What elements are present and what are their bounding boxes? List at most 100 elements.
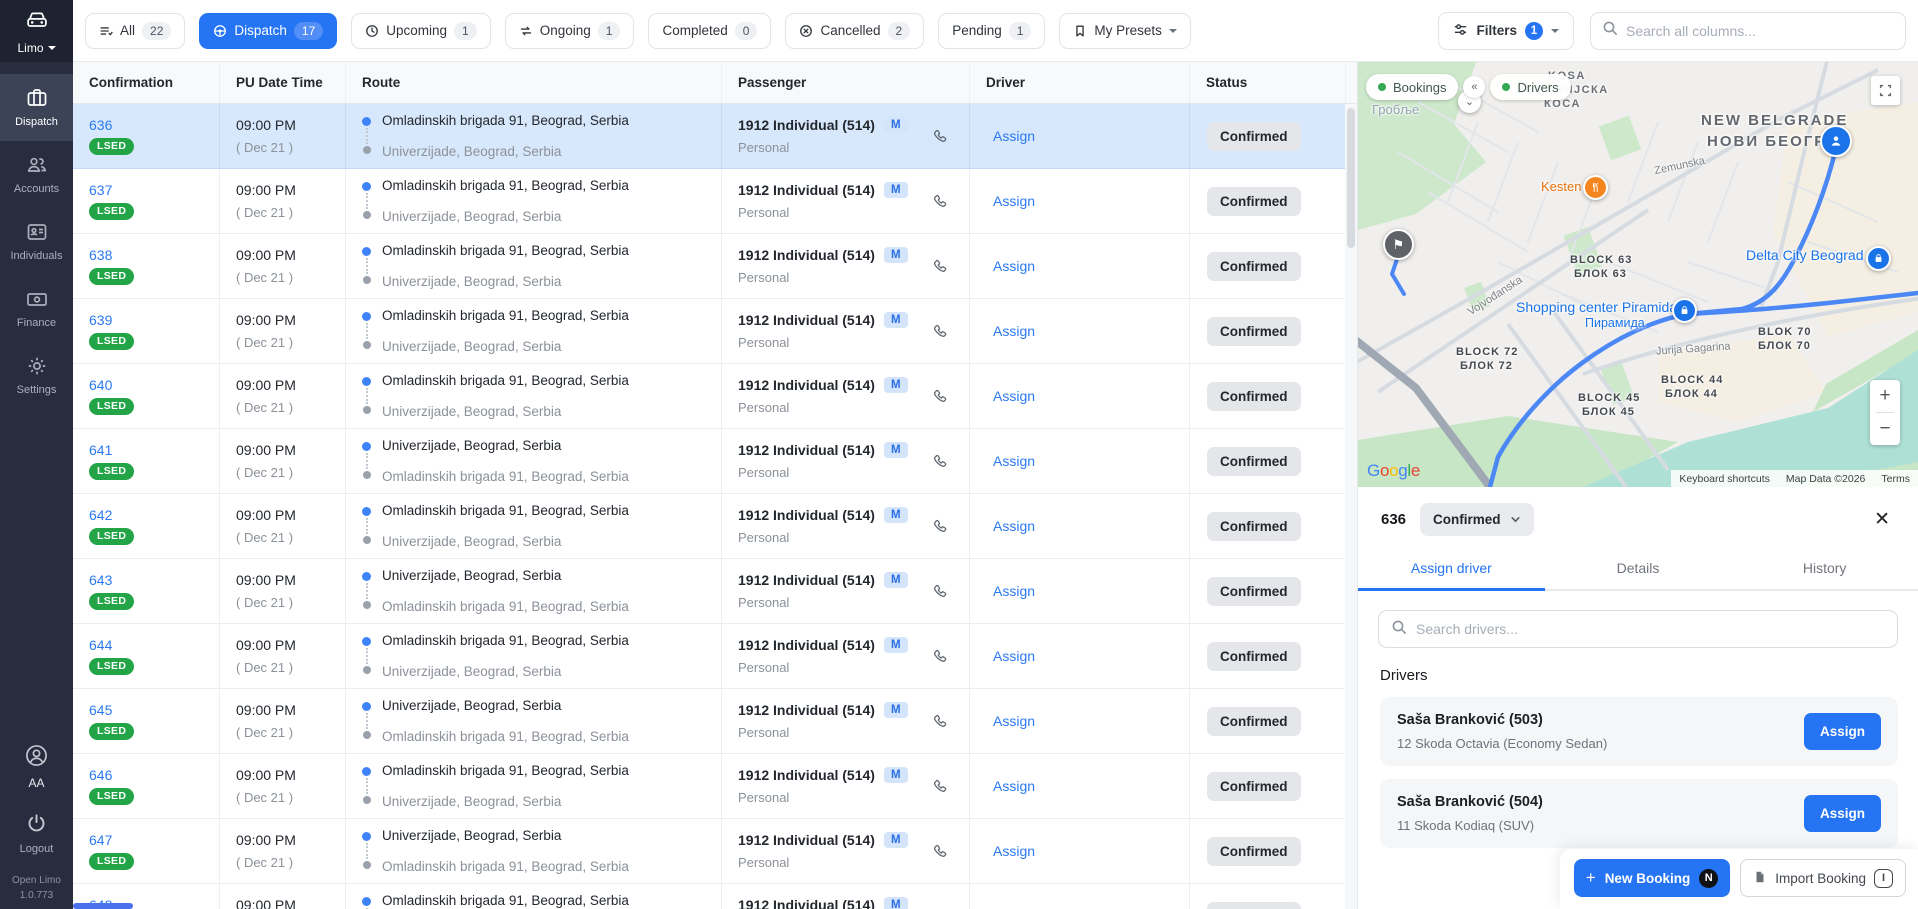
table-row-644[interactable]: 644 LSED 09:00 PM ( Dec 21 ) <box>73 624 1357 689</box>
shopping-mall-marker[interactable] <box>1672 298 1697 323</box>
table-row-639[interactable]: 639 LSED 09:00 PM ( Dec 21 ) <box>73 299 1357 364</box>
phone-icon[interactable] <box>928 384 953 409</box>
import-booking-button[interactable]: Import Booking I <box>1740 859 1906 897</box>
assign-driver-link[interactable]: Assign <box>993 193 1035 209</box>
assign-driver-link[interactable]: Assign <box>993 388 1035 404</box>
phone-icon[interactable] <box>928 839 953 864</box>
driver-search-input[interactable] <box>1416 621 1885 637</box>
tab-my-presets[interactable]: My Presets <box>1059 13 1191 49</box>
vertical-scrollbar-thumb[interactable] <box>1347 108 1355 248</box>
table-row-647[interactable]: 647 LSED 09:00 PM ( Dec 21 ) <box>73 819 1357 884</box>
assign-driver-link[interactable]: Assign <box>993 583 1035 599</box>
confirmation-link[interactable]: 644 <box>89 637 112 653</box>
map-attribution-item[interactable]: Keyboard shortcuts <box>1671 473 1777 485</box>
sidebar-item-dispatch[interactable]: Dispatch <box>0 74 73 141</box>
table-row-646[interactable]: 646 LSED 09:00 PM ( Dec 21 ) <box>73 754 1357 819</box>
shopping-mall-marker[interactable] <box>1866 246 1891 271</box>
collapse-chips-button[interactable]: « <box>1463 76 1485 98</box>
confirmation-link[interactable]: 645 <box>89 702 112 718</box>
phone-icon[interactable] <box>928 579 953 604</box>
table-row-642[interactable]: 642 LSED 09:00 PM ( Dec 21 ) <box>73 494 1357 559</box>
panel-tab-assign-driver[interactable]: Assign driver <box>1358 548 1545 589</box>
assign-driver-link[interactable]: Assign <box>993 713 1035 729</box>
confirmation-link[interactable]: 647 <box>89 832 112 848</box>
vertical-scrollbar[interactable] <box>1345 104 1357 909</box>
assign-driver-button[interactable]: Assign <box>1804 795 1881 832</box>
phone-icon[interactable] <box>928 514 953 539</box>
search-input[interactable] <box>1626 23 1894 39</box>
map-fullscreen-button[interactable] <box>1871 76 1900 105</box>
tab-cancelled[interactable]: Cancelled 2 <box>785 13 924 49</box>
map-attribution-item[interactable]: Terms <box>1873 473 1918 485</box>
logout-button[interactable]: Logout <box>20 798 54 865</box>
table-row-648[interactable]: 648 LSED 09:00 PM ( Dec 21 ) <box>73 884 1357 909</box>
table-row-638[interactable]: 638 LSED 09:00 PM ( Dec 21 ) <box>73 234 1357 299</box>
booking-status-dropdown[interactable]: Confirmed <box>1420 503 1534 536</box>
column-header-route[interactable]: Route <box>346 62 722 103</box>
table-row-645[interactable]: 645 LSED 09:00 PM ( Dec 21 ) <box>73 689 1357 754</box>
table-row-637[interactable]: 637 LSED 09:00 PM ( Dec 21 ) <box>73 169 1357 234</box>
tab-all[interactable]: All 22 <box>85 13 185 49</box>
confirmation-link[interactable]: 637 <box>89 182 112 198</box>
assign-driver-button[interactable]: Assign <box>1804 713 1881 750</box>
phone-icon[interactable] <box>928 904 953 909</box>
confirmation-link[interactable]: 642 <box>89 507 112 523</box>
phone-icon[interactable] <box>928 254 953 279</box>
sidebar-item-finance[interactable]: Finance <box>0 275 73 342</box>
phone-icon[interactable] <box>928 644 953 669</box>
assign-driver-link[interactable]: Assign <box>993 843 1035 859</box>
column-header-pu-date-time[interactable]: PU Date Time <box>220 62 346 103</box>
zoom-out-button[interactable]: − <box>1870 413 1900 445</box>
panel-tab-history[interactable]: History <box>1731 548 1918 589</box>
phone-icon[interactable] <box>928 774 953 799</box>
confirmation-link[interactable]: 640 <box>89 377 112 393</box>
assign-driver-link[interactable]: Assign <box>993 453 1035 469</box>
assign-driver-link[interactable]: Assign <box>993 323 1035 339</box>
phone-icon[interactable] <box>928 124 953 149</box>
table-row-641[interactable]: 641 LSED 09:00 PM ( Dec 21 ) <box>73 429 1357 494</box>
horizontal-scrollbar-thumb[interactable] <box>73 903 133 909</box>
new-booking-button[interactable]: + New Booking N <box>1574 859 1730 897</box>
assign-driver-link[interactable]: Assign <box>993 648 1035 664</box>
user-avatar[interactable]: AA <box>24 735 49 798</box>
confirmation-link[interactable]: 638 <box>89 247 112 263</box>
sidebar-item-settings[interactable]: Settings <box>0 342 73 409</box>
confirmation-link[interactable]: 639 <box>89 312 112 328</box>
column-header-confirmation[interactable]: Confirmation <box>73 62 220 103</box>
confirmation-link[interactable]: 646 <box>89 767 112 783</box>
assign-driver-link[interactable]: Assign <box>993 128 1035 144</box>
bookings-layer-chip[interactable]: Bookings <box>1366 74 1458 100</box>
confirmation-link[interactable]: 643 <box>89 572 112 588</box>
assign-driver-link[interactable]: Assign <box>993 518 1035 534</box>
driver-location-marker[interactable] <box>1820 125 1852 157</box>
sidebar-item-accounts[interactable]: Accounts <box>0 141 73 208</box>
phone-icon[interactable] <box>928 709 953 734</box>
tab-ongoing[interactable]: Ongoing 1 <box>505 13 635 49</box>
map[interactable]: ГробљеKOSAБЕЖАНИЈСКАКОСАNEW BELGRADEНОВИ… <box>1358 62 1918 487</box>
confirmation-link[interactable]: 636 <box>89 117 112 133</box>
drivers-layer-chip[interactable]: Drivers <box>1490 74 1570 100</box>
restaurant-marker[interactable] <box>1583 175 1608 200</box>
sidebar-item-individuals[interactable]: Individuals <box>0 208 73 275</box>
app-logo[interactable]: Limo <box>0 0 73 62</box>
phone-icon[interactable] <box>928 319 953 344</box>
phone-icon[interactable] <box>928 449 953 474</box>
confirmation-link[interactable]: 641 <box>89 442 112 458</box>
column-header-passenger[interactable]: Passenger <box>722 62 970 103</box>
assign-driver-link[interactable]: Assign <box>993 258 1035 274</box>
table-row-636[interactable]: 636 LSED 09:00 PM ( Dec 21 ) <box>73 104 1357 169</box>
zoom-in-button[interactable]: + <box>1870 380 1900 412</box>
tab-completed[interactable]: Completed 0 <box>648 13 771 49</box>
panel-tab-details[interactable]: Details <box>1545 548 1732 589</box>
column-header-driver[interactable]: Driver <box>970 62 1190 103</box>
close-panel-button[interactable]: ✕ <box>1866 506 1898 533</box>
tab-upcoming[interactable]: Upcoming 1 <box>351 13 490 49</box>
filters-button[interactable]: Filters 1 <box>1438 12 1574 50</box>
destination-flag-marker[interactable]: ⚑ <box>1383 229 1414 260</box>
table-row-643[interactable]: 643 LSED 09:00 PM ( Dec 21 ) <box>73 559 1357 624</box>
assign-driver-link[interactable]: Assign <box>993 778 1035 794</box>
map-attribution-item[interactable]: Map Data ©2026 <box>1778 473 1874 485</box>
tab-dispatch[interactable]: Dispatch 17 <box>199 13 337 49</box>
table-row-640[interactable]: 640 LSED 09:00 PM ( Dec 21 ) <box>73 364 1357 429</box>
tab-pending[interactable]: Pending 1 <box>938 13 1045 49</box>
